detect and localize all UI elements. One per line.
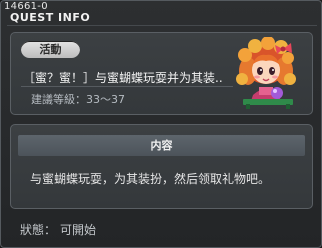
quest-description: 与蜜蝴蝶玩耍，为其装扮，然后领取礼物吧。 bbox=[30, 172, 271, 186]
title-divider bbox=[7, 25, 317, 26]
npc-portrait-icon bbox=[233, 36, 303, 109]
content-header: 内容 bbox=[18, 135, 305, 156]
status-label: 狀態： bbox=[20, 223, 57, 237]
quest-name: ［蜜？蜜！］与蜜蝴蝶玩耍并为其装.. bbox=[23, 71, 223, 85]
title-bar[interactable]: 14661-0 QUEST INFO bbox=[1, 1, 321, 27]
summary-divider bbox=[21, 86, 233, 87]
category-badge: 活動 bbox=[21, 41, 80, 58]
level-label: 建議等級： bbox=[31, 93, 86, 106]
status-value: 可開始 bbox=[60, 223, 97, 237]
npc-girl-portrait bbox=[236, 36, 296, 109]
window-title: QUEST INFO bbox=[10, 11, 91, 24]
quest-info-window: 14661-0 QUEST INFO 活動 ［蜜？蜜！］与蜜蝴蝶玩耍并为其装..… bbox=[0, 0, 322, 248]
recommended-level: 建議等級：33～37 bbox=[31, 91, 125, 107]
quest-status: 狀態： 可開始 bbox=[20, 221, 96, 238]
level-range: 33～37 bbox=[86, 93, 125, 106]
